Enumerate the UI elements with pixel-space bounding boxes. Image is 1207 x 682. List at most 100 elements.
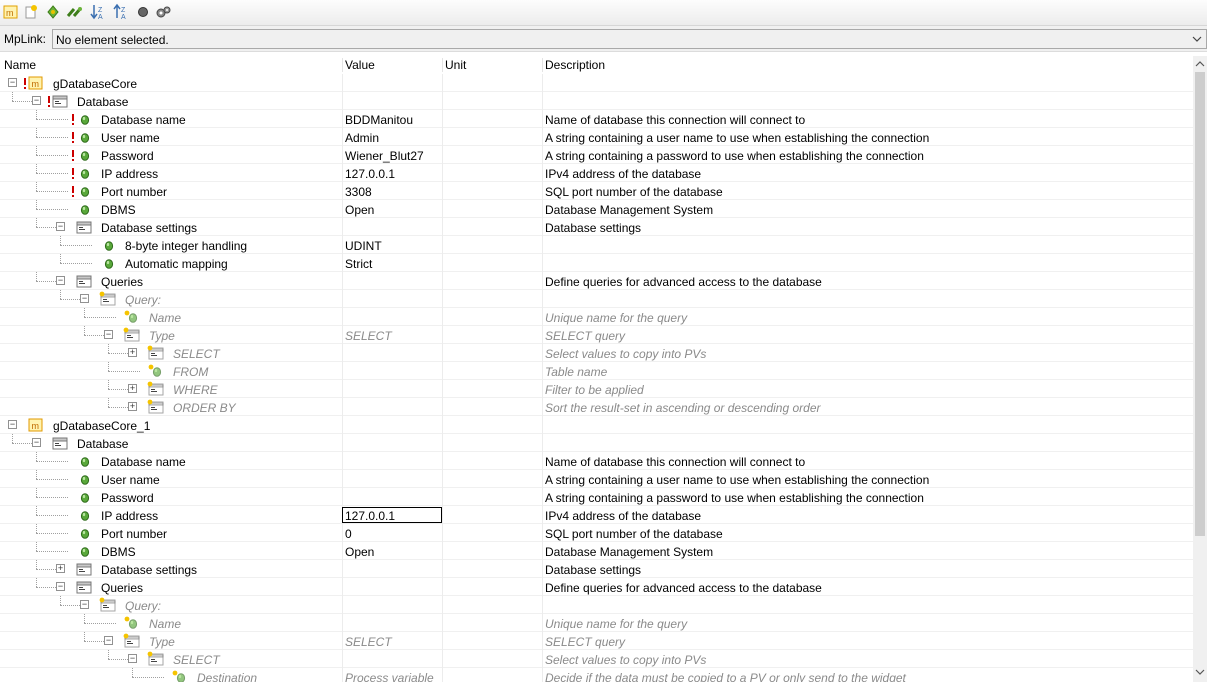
mp-object-button[interactable]: m	[2, 3, 20, 21]
tree-row-select[interactable]: + SELECT Select values to copy into PVs	[0, 344, 1193, 362]
row-value[interactable]: Strict	[345, 257, 372, 271]
column-header-name[interactable]: Name	[4, 58, 36, 72]
tree-row-database-settings[interactable]: + Database settings Database settings	[0, 560, 1193, 578]
column-header-value[interactable]: Value	[345, 58, 375, 72]
collapse-toggle-icon[interactable]: −	[128, 654, 137, 663]
row-value[interactable]: Open	[345, 545, 374, 559]
value-edit-field[interactable]: 127.0.0.1	[342, 507, 442, 523]
parameter-new-icon	[124, 616, 138, 629]
tree-row-name[interactable]: Name Unique name for the query	[0, 308, 1193, 326]
row-name: SELECT	[173, 347, 220, 361]
folder-new-icon	[147, 399, 164, 414]
tree-row-from[interactable]: FROM Table name	[0, 362, 1193, 380]
collapse-toggle-icon[interactable]: −	[8, 420, 17, 429]
tree-row-ip-address[interactable]: IP address 127.0.0.1 IPv4 address of the d…	[0, 506, 1193, 524]
tree-row-destination[interactable]: Destination Process variable Decide if the…	[0, 668, 1193, 682]
new-button[interactable]	[22, 3, 40, 21]
tree-row-gdatabasecore-1[interactable]: − m gDatabaseCore_1	[0, 416, 1193, 434]
tree-row-queries[interactable]: − Queries Define queries for advanced acce…	[0, 272, 1193, 290]
row-value[interactable]: SELECT	[345, 635, 392, 649]
expand-toggle-icon[interactable]: +	[128, 402, 137, 411]
row-description: Select values to copy into PVs	[545, 653, 707, 667]
mplink-dropdown[interactable]: No element selected.	[52, 29, 1207, 49]
tree-row-type[interactable]: − Type SELECT SELECT query	[0, 632, 1193, 650]
settings-button[interactable]	[155, 3, 173, 21]
tree-row-database[interactable]: − Database	[0, 434, 1193, 452]
row-value[interactable]: Wiener_Blut27	[345, 149, 424, 163]
tree-row-query[interactable]: − Query:	[0, 290, 1193, 308]
collapse-toggle-icon[interactable]: −	[56, 582, 65, 591]
scrollbar-thumb[interactable]	[1195, 72, 1205, 536]
folder-icon	[76, 581, 92, 594]
row-description: A string containing a password to use wh…	[545, 491, 924, 505]
tree-row-where[interactable]: + WHERE Filter to be applied	[0, 380, 1193, 398]
tree-row-database-name[interactable]: Database name BDDManitou Name of database …	[0, 110, 1193, 128]
tree-row-8-byte-integer-handling[interactable]: 8-byte integer handling UDINT	[0, 236, 1193, 254]
sort-asc-button[interactable]: ZA	[112, 3, 130, 21]
collapse-toggle-icon[interactable]: −	[80, 294, 89, 303]
tree-row-type[interactable]: − Type SELECT SELECT query	[0, 326, 1193, 344]
collapse-toggle-icon[interactable]: −	[32, 438, 41, 447]
folder-icon	[76, 275, 92, 288]
link-button[interactable]	[66, 3, 84, 21]
parameter-icon	[80, 187, 90, 197]
row-value[interactable]: Admin	[345, 131, 379, 145]
row-description: Unique name for the query	[545, 311, 688, 325]
row-name: ORDER BY	[173, 401, 236, 415]
scroll-down-icon[interactable]	[1193, 665, 1207, 679]
parameter-icon	[80, 133, 90, 143]
tree-row-password[interactable]: Password Wiener_Blut27 A string containing…	[0, 146, 1193, 164]
parameter-new-icon	[148, 364, 162, 377]
row-value[interactable]: BDDManitou	[345, 113, 413, 127]
collapse-toggle-icon[interactable]: −	[104, 636, 113, 645]
expand-toggle-icon[interactable]: +	[56, 564, 65, 573]
vertical-scrollbar[interactable]	[1193, 56, 1207, 682]
tree-row-name[interactable]: Name Unique name for the query	[0, 614, 1193, 632]
tree-row-query[interactable]: − Query:	[0, 596, 1193, 614]
tree-row-port-number[interactable]: Port number 3308 SQL port number of the da…	[0, 182, 1193, 200]
parameter-icon	[80, 493, 90, 503]
parameter-icon	[80, 169, 90, 179]
tree-row-port-number[interactable]: Port number 0 SQL port number of the datab…	[0, 524, 1193, 542]
row-value[interactable]: 0	[345, 527, 352, 541]
sort-desc-button[interactable]: ZA	[89, 3, 107, 21]
row-value[interactable]: SELECT	[345, 329, 392, 343]
column-header-description[interactable]: Description	[545, 58, 605, 72]
row-name: Database settings	[101, 221, 198, 235]
tree-row-ip-address[interactable]: IP address 127.0.0.1 IPv4 address of the d…	[0, 164, 1193, 182]
folder-new-icon	[99, 291, 116, 306]
tree-row-database-settings[interactable]: − Database settings Database settings	[0, 218, 1193, 236]
row-value[interactable]: 127.0.0.1	[345, 167, 395, 181]
tree-row-database-name[interactable]: Database name Name of database this conne…	[0, 452, 1193, 470]
collapse-toggle-icon[interactable]: −	[32, 96, 41, 105]
collapse-toggle-icon[interactable]: −	[8, 78, 17, 87]
row-value[interactable]: UDINT	[345, 239, 382, 253]
record-button[interactable]	[134, 3, 152, 21]
tree-row-queries[interactable]: − Queries Define queries for advanced acce…	[0, 578, 1193, 596]
row-value[interactable]: 3308	[345, 185, 372, 199]
tree-row-password[interactable]: Password A string containing a password t…	[0, 488, 1193, 506]
tree-row-user-name[interactable]: User name A string containing a user name…	[0, 470, 1193, 488]
expand-toggle-icon[interactable]: +	[128, 348, 137, 357]
tree-row-user-name[interactable]: User name Admin A string containing a user…	[0, 128, 1193, 146]
collapse-toggle-icon[interactable]: −	[56, 276, 65, 285]
tree-row-dbms[interactable]: DBMS Open Database Management System	[0, 200, 1193, 218]
tree-row-dbms[interactable]: DBMS Open Database Management System	[0, 542, 1193, 560]
row-value[interactable]: Open	[345, 203, 374, 217]
expand-toggle-icon[interactable]: +	[128, 384, 137, 393]
tree-row-database[interactable]: − Database	[0, 92, 1193, 110]
tree-row-automatic-mapping[interactable]: Automatic mapping Strict	[0, 254, 1193, 272]
row-name: DBMS	[101, 545, 136, 559]
parameter-icon	[80, 151, 90, 161]
tree-row-order-by[interactable]: + ORDER BY Sort the result-set in ascendin…	[0, 398, 1193, 416]
tree-row-select[interactable]: − SELECT Select values to copy into PVs	[0, 650, 1193, 668]
tree-row-gdatabasecore[interactable]: − m gDatabaseCore	[0, 74, 1193, 92]
column-header-unit[interactable]: Unit	[445, 58, 466, 72]
row-description: Database settings	[545, 563, 642, 577]
collapse-toggle-icon[interactable]: −	[80, 600, 89, 609]
scroll-up-icon[interactable]	[1193, 57, 1207, 71]
row-value[interactable]: Process variable	[345, 671, 434, 682]
collapse-toggle-icon[interactable]: −	[104, 330, 113, 339]
navigate-button[interactable]	[44, 3, 62, 21]
collapse-toggle-icon[interactable]: −	[56, 222, 65, 231]
